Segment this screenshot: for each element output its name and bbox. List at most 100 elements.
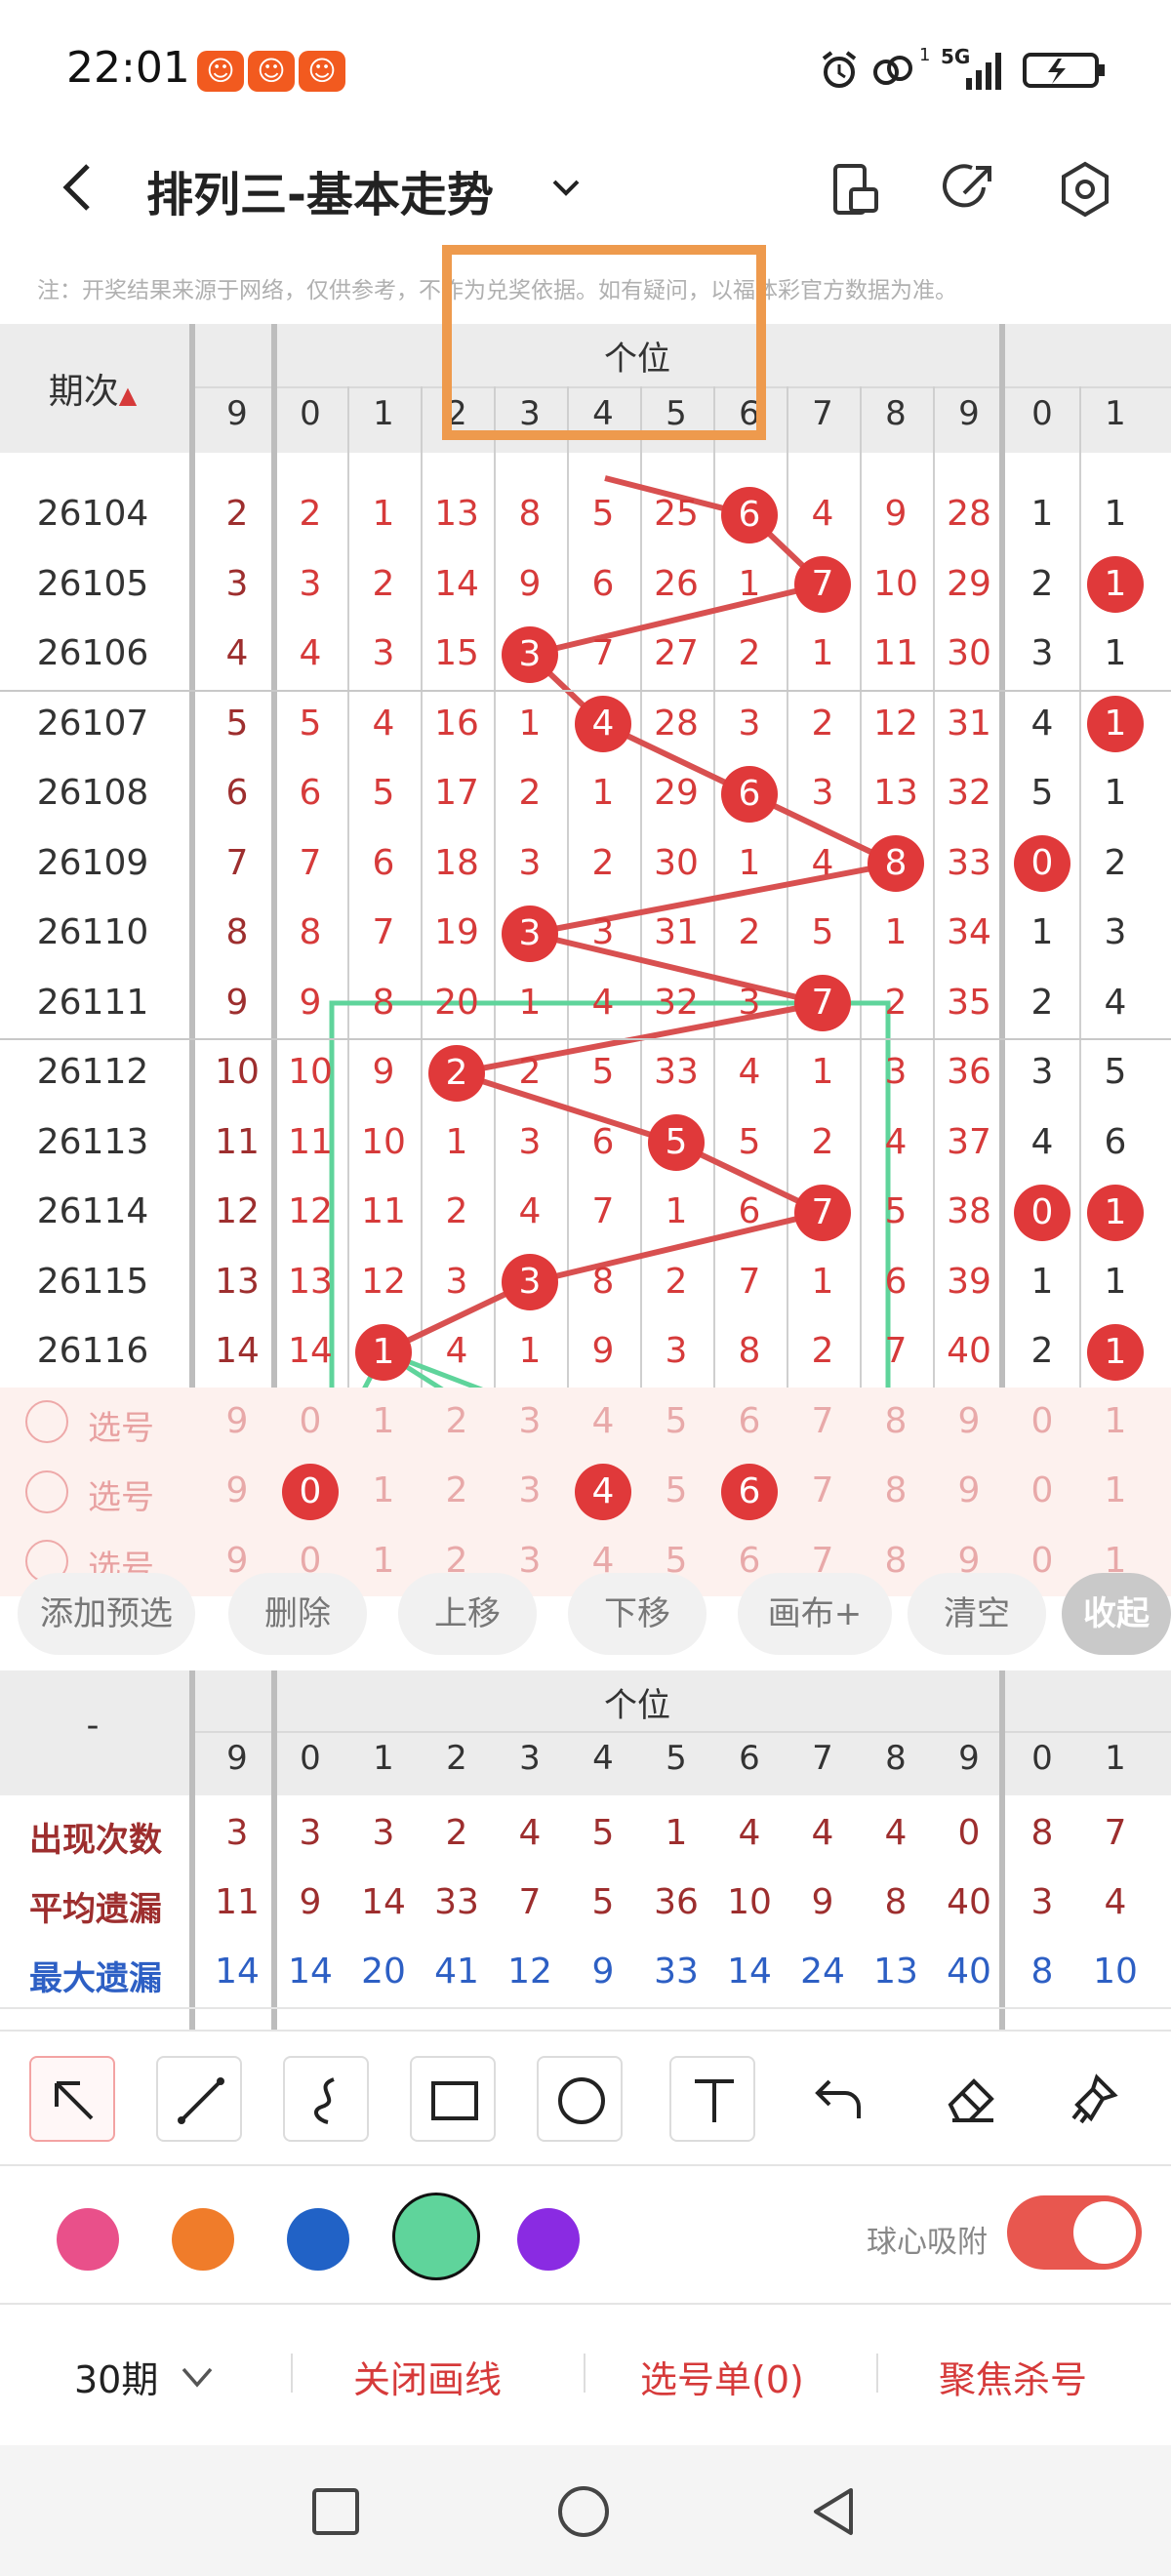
color-swatch[interactable] bbox=[172, 2208, 234, 2271]
action-button[interactable]: 添加预选 bbox=[18, 1573, 195, 1655]
select-row[interactable]: 选号 9 0 1 2 3 4 5 6 7 8 9 0 1 bbox=[0, 1457, 1171, 1527]
select-digit[interactable]: 0 bbox=[1006, 1401, 1078, 1441]
stats-value: 8 bbox=[1030, 1952, 1054, 1992]
color-swatch[interactable] bbox=[517, 2208, 580, 2271]
color-swatch[interactable] bbox=[57, 2208, 119, 2271]
table-row[interactable]: 26113 11 11 10 1 3 6 5 5 2 4 37 4 6 bbox=[0, 1108, 1171, 1179]
selected-number-ball[interactable]: 4 bbox=[575, 1463, 631, 1520]
eraser-icon[interactable] bbox=[943, 2070, 1001, 2128]
snap-toggle[interactable] bbox=[1007, 2195, 1142, 2270]
stats-value: 40 bbox=[947, 1882, 991, 1922]
select-digit[interactable]: 7 bbox=[787, 1401, 859, 1441]
select-digit[interactable]: 7 bbox=[787, 1470, 859, 1510]
stats-value: 3 bbox=[299, 1813, 322, 1853]
table-row[interactable]: 26108 6 6 5 17 2 1 29 6 3 13 32 5 1 bbox=[0, 759, 1171, 829]
miss-count-cell: 4 bbox=[1030, 1121, 1054, 1162]
miss-count-cell: 1 bbox=[445, 1121, 468, 1162]
separator bbox=[876, 2354, 878, 2393]
stats-value: 14 bbox=[215, 1952, 260, 1992]
select-digit[interactable]: 4 bbox=[567, 1401, 639, 1441]
table-row[interactable]: 26105 3 3 2 14 9 6 26 1 7 10 29 2 1 bbox=[0, 550, 1171, 621]
brush-clear-icon[interactable] bbox=[1064, 2070, 1122, 2128]
miss-count-cell: 14 bbox=[215, 1331, 260, 1371]
action-button[interactable]: 上移 bbox=[398, 1573, 537, 1655]
select-digit[interactable]: 1 bbox=[347, 1541, 420, 1581]
stats-value: 33 bbox=[434, 1882, 479, 1922]
curve-tool[interactable] bbox=[283, 2056, 369, 2142]
table-row[interactable]: 26114 12 12 11 2 4 7 1 6 7 5 38 0 1 bbox=[0, 1178, 1171, 1248]
select-digit[interactable]: 0 bbox=[274, 1401, 346, 1441]
select-digit[interactable]: 1 bbox=[1079, 1470, 1151, 1510]
table-row[interactable]: 26112 10 10 9 2 2 5 33 4 1 3 36 3 5 bbox=[0, 1038, 1171, 1108]
text-tool[interactable] bbox=[669, 2056, 755, 2142]
action-button[interactable]: 画布+ bbox=[738, 1573, 892, 1655]
select-digit[interactable]: 9 bbox=[201, 1401, 273, 1441]
select-digit[interactable]: 5 bbox=[640, 1470, 712, 1510]
select-radio[interactable] bbox=[25, 1400, 68, 1444]
select-digit[interactable]: 8 bbox=[860, 1541, 932, 1581]
select-digit[interactable]: 9 bbox=[933, 1401, 1005, 1441]
select-digit[interactable]: 8 bbox=[860, 1470, 932, 1510]
focus-kill-button[interactable]: 聚焦杀号 bbox=[939, 2350, 1087, 2403]
selected-number-ball[interactable]: 0 bbox=[282, 1463, 339, 1520]
select-digit[interactable]: 1 bbox=[347, 1401, 420, 1441]
home-icon[interactable] bbox=[556, 2484, 611, 2539]
select-digit[interactable]: 2 bbox=[421, 1470, 493, 1510]
table-row[interactable]: 26104 2 2 1 13 8 5 25 6 4 9 28 1 1 bbox=[0, 480, 1171, 550]
period-selector[interactable]: 30期 bbox=[74, 2350, 158, 2403]
line-tool[interactable] bbox=[156, 2056, 242, 2142]
table-row[interactable]: 26110 8 8 7 19 3 3 31 2 5 1 34 1 3 bbox=[0, 899, 1171, 969]
select-digit[interactable]: 1 bbox=[1079, 1401, 1151, 1441]
select-digit[interactable]: 6 bbox=[713, 1401, 786, 1441]
select-digit[interactable]: 3 bbox=[494, 1401, 566, 1441]
table-row[interactable]: 26106 4 4 3 15 3 7 27 2 1 11 30 3 1 bbox=[0, 620, 1171, 690]
circle-tool[interactable] bbox=[537, 2056, 623, 2142]
select-digit[interactable]: 9 bbox=[933, 1470, 1005, 1510]
page-title[interactable]: 排列三-基本走势 bbox=[146, 156, 494, 224]
table-row[interactable]: 26111 9 9 8 20 1 4 32 3 7 2 35 2 4 bbox=[0, 969, 1171, 1039]
table-row[interactable]: 26116 14 14 1 4 1 9 3 8 2 7 40 2 1 bbox=[0, 1317, 1171, 1388]
close-draw-button[interactable]: 关闭画线 bbox=[353, 2350, 502, 2403]
group-divider bbox=[0, 689, 1171, 692]
select-digit[interactable]: 0 bbox=[1006, 1470, 1078, 1510]
group-divider bbox=[0, 1038, 1171, 1040]
action-button[interactable]: 收起 bbox=[1062, 1573, 1171, 1655]
stats-label: 最大遗漏 bbox=[29, 1959, 162, 1998]
miss-count-cell: 2 bbox=[1030, 1331, 1054, 1371]
table-row[interactable]: 26109 7 7 6 18 3 2 30 1 4 8 33 0 2 bbox=[0, 829, 1171, 900]
action-button[interactable]: 下移 bbox=[568, 1573, 707, 1655]
rectangle-tool[interactable] bbox=[410, 2056, 496, 2142]
select-digit[interactable]: 8 bbox=[860, 1401, 932, 1441]
recent-apps-icon[interactable] bbox=[310, 2486, 361, 2537]
select-digit[interactable]: 1 bbox=[347, 1470, 420, 1510]
chevron-down-icon[interactable] bbox=[546, 168, 586, 207]
stats-column-header: 1 bbox=[1105, 1739, 1126, 1778]
action-button[interactable]: 删除 bbox=[228, 1573, 367, 1655]
settings-icon[interactable] bbox=[1056, 160, 1114, 219]
pick-list-button[interactable]: 选号单(0) bbox=[640, 2350, 804, 2403]
miss-count-cell: 31 bbox=[947, 703, 991, 744]
orientation-icon[interactable] bbox=[826, 160, 884, 219]
select-digit[interactable]: 5 bbox=[640, 1401, 712, 1441]
action-button[interactable]: 清空 bbox=[908, 1573, 1046, 1655]
back-nav-icon[interactable] bbox=[806, 2484, 861, 2539]
undo-icon[interactable] bbox=[810, 2070, 868, 2128]
select-digit[interactable]: 2 bbox=[421, 1401, 493, 1441]
table-row[interactable]: 26107 5 5 4 16 1 4 28 3 2 12 31 4 1 bbox=[0, 689, 1171, 760]
select-digit[interactable]: 9 bbox=[201, 1470, 273, 1510]
back-arrow-icon[interactable] bbox=[51, 158, 109, 217]
selected-number-ball[interactable]: 6 bbox=[721, 1463, 778, 1520]
select-radio[interactable] bbox=[25, 1469, 68, 1513]
arrow-tool[interactable] bbox=[29, 2056, 115, 2142]
select-row[interactable]: 选号 9 0 1 2 3 4 5 6 7 8 9 0 1 bbox=[0, 1388, 1171, 1458]
separator bbox=[584, 2354, 586, 2393]
system-nav-bar bbox=[0, 2445, 1171, 2576]
select-digit[interactable]: 3 bbox=[494, 1470, 566, 1510]
chevron-down-icon[interactable] bbox=[178, 2363, 217, 2393]
color-swatch[interactable] bbox=[392, 2193, 480, 2280]
miss-count-cell: 1 bbox=[372, 494, 395, 534]
miss-count-cell: 2 bbox=[811, 703, 834, 744]
table-row[interactable]: 26115 13 13 12 3 3 8 2 7 1 6 39 1 1 bbox=[0, 1248, 1171, 1318]
share-icon[interactable] bbox=[941, 160, 999, 219]
color-swatch[interactable] bbox=[287, 2208, 349, 2271]
